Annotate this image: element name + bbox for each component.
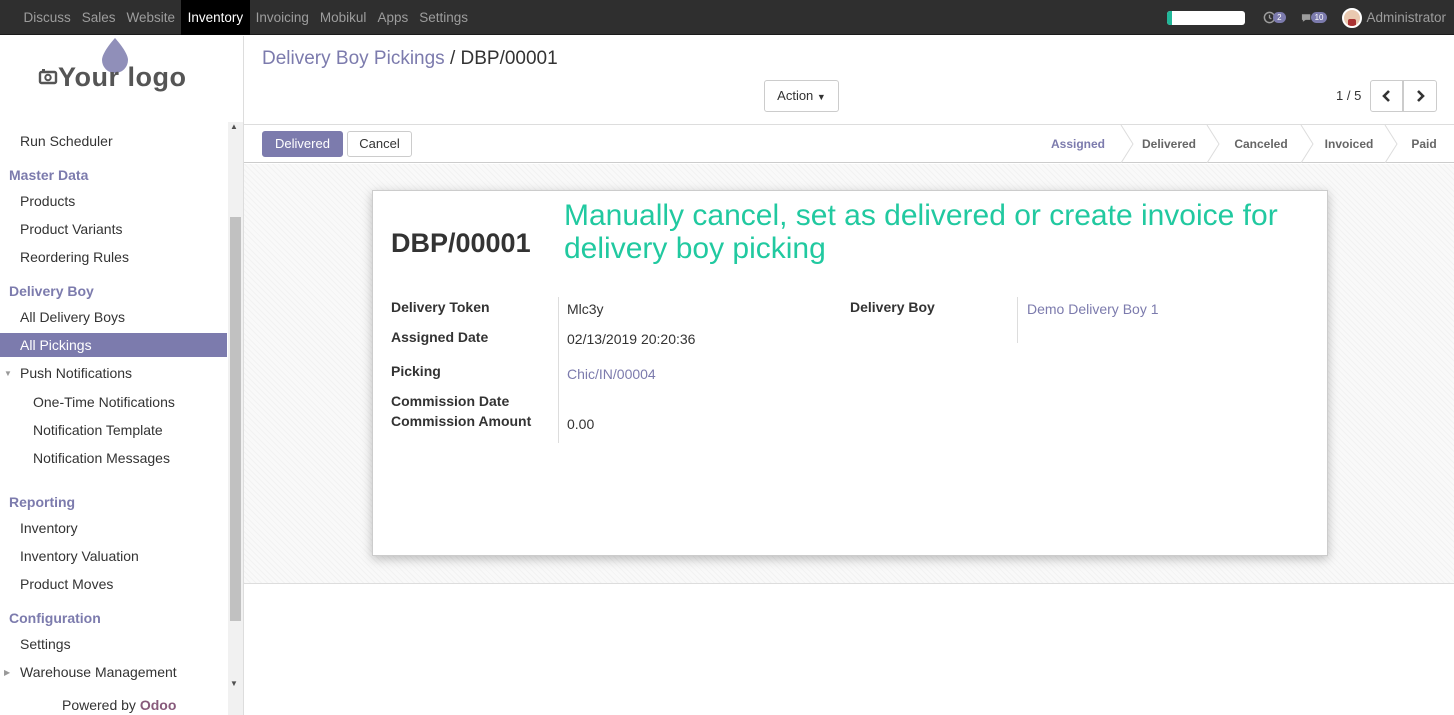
user-name: Administrator	[1366, 10, 1446, 25]
commission-amount-value: 0.00	[567, 416, 595, 432]
sidebar-scrollbar-thumb[interactable]	[230, 217, 241, 621]
progress-fill	[1167, 10, 1172, 25]
activity-count-badge: 2	[1273, 12, 1286, 23]
breadcrumb: Delivery Boy Pickings / DBP/00001	[262, 48, 558, 70]
top-navbar: Discuss Sales Website Inventory Invoicin…	[0, 0, 1454, 35]
breadcrumb-current: DBP/00001	[460, 48, 558, 69]
systray: 2 10 Administrator	[1167, 0, 1454, 35]
menu-apps[interactable]: Apps	[372, 0, 414, 35]
powered-by-text: Powered by	[62, 697, 136, 713]
sidebar-item-push-notifications[interactable]: Push Notifications	[0, 361, 227, 385]
scroll-up-icon[interactable]: ▲	[230, 122, 238, 131]
menu-inventory[interactable]: Inventory	[180, 0, 251, 35]
stage-separator	[1206, 125, 1220, 163]
menu-invoicing[interactable]: Invoicing	[250, 0, 314, 35]
onboarding-progress-bar[interactable]	[1167, 10, 1246, 25]
logo-text: Your logo	[58, 62, 187, 92]
sidebar-menu: . Run Scheduler Master Data Products Pro…	[0, 124, 228, 699]
stage-separator	[1120, 125, 1134, 163]
camera-icon	[38, 69, 58, 85]
stage-delivered[interactable]: Delivered	[1133, 125, 1205, 163]
stage-invoiced[interactable]: Invoiced	[1314, 125, 1384, 163]
sidebar-section-delivery-boy: Delivery Boy	[9, 283, 94, 299]
field-divider	[558, 297, 559, 443]
record-title: DBP/00001	[391, 228, 531, 258]
sidebar-section-configuration: Configuration	[9, 610, 101, 626]
sidebar-item-reordering-rules[interactable]: Reordering Rules	[0, 245, 227, 269]
sidebar-item-all-delivery-boys[interactable]: All Delivery Boys	[0, 305, 227, 329]
action-label: Action	[777, 88, 814, 103]
delivery-boy-label: Delivery Boy	[850, 299, 935, 315]
menu-settings[interactable]: Settings	[414, 0, 474, 35]
assigned-date-label: Assigned Date	[391, 329, 489, 345]
stage-canceled[interactable]: Canceled	[1222, 125, 1300, 163]
chevron-left-icon	[1381, 90, 1390, 102]
app-menu: Discuss Sales Website Inventory Invoicin…	[18, 0, 474, 35]
pager-previous-button[interactable]	[1370, 80, 1403, 112]
message-count-badge: 10	[1310, 12, 1328, 23]
user-menu[interactable]: Administrator	[1342, 7, 1454, 28]
delivery-token-label: Delivery Token	[391, 299, 490, 315]
sidebar-item-products[interactable]: Products	[0, 189, 227, 213]
breadcrumb-separator: /	[449, 48, 456, 69]
picking-link[interactable]: Chic/IN/00004	[567, 366, 656, 382]
cancel-button[interactable]: Cancel	[347, 131, 412, 157]
action-dropdown-button[interactable]: Action ▼	[764, 80, 839, 112]
commission-amount-label: Commission Amount	[391, 413, 532, 429]
sidebar-item-product-moves[interactable]: Product Moves	[0, 572, 227, 596]
menu-discuss[interactable]: Discuss	[18, 0, 76, 35]
avatar	[1342, 7, 1363, 28]
sidebar-item-all-pickings[interactable]: All Pickings	[0, 333, 227, 357]
delivery-boy-link[interactable]: Demo Delivery Boy 1	[1027, 301, 1159, 317]
pager-value[interactable]: 1 / 5	[1336, 88, 1361, 103]
annotation-caption: Manually cancel, set as delivered or cre…	[564, 199, 1278, 265]
delivery-token-value: Mlc3y	[567, 301, 604, 317]
picking-label: Picking	[391, 363, 441, 379]
stage-assigned: Assigned	[1050, 137, 1105, 151]
sidebar-section-reporting: Reporting	[9, 494, 76, 510]
menu-mobikul[interactable]: Mobikul	[314, 0, 372, 35]
commission-date-label: Commission Date	[391, 393, 510, 409]
sidebar-item-warehouse-management[interactable]: Warehouse Management	[0, 660, 227, 684]
stage-separator	[1300, 125, 1314, 163]
delivered-button[interactable]: Delivered	[262, 131, 343, 157]
stage-paid[interactable]: Paid	[1398, 125, 1450, 163]
sidebar-item-notification-template[interactable]: Notification Template	[0, 418, 227, 442]
sidebar: Your logo . Run Scheduler Master Data Pr…	[0, 36, 244, 715]
sidebar-section-master-data: Master Data	[9, 167, 89, 183]
sidebar-item-notification-messages[interactable]: Notification Messages	[0, 446, 227, 470]
sidebar-item-inventory-valuation[interactable]: Inventory Valuation	[0, 544, 227, 568]
sidebar-item-one-time-notifications[interactable]: One-Time Notifications	[0, 390, 227, 414]
assigned-date-value: 02/13/2019 20:20:36	[567, 331, 696, 347]
sidebar-item-settings[interactable]: Settings	[0, 632, 227, 656]
sidebar-item-inventory[interactable]: Inventory	[0, 516, 227, 540]
breadcrumb-parent[interactable]: Delivery Boy Pickings	[262, 48, 445, 69]
messaging-menu[interactable]: 10	[1301, 12, 1328, 24]
field-divider	[1017, 297, 1018, 343]
chevron-right-icon	[1417, 90, 1425, 102]
stage-separator	[1384, 125, 1398, 163]
powered-by-footer: Powered by Odoo	[62, 697, 176, 713]
menu-website[interactable]: Website	[121, 0, 181, 35]
menu-sales[interactable]: Sales	[76, 0, 121, 35]
caret-down-icon: ▼	[816, 92, 826, 102]
company-logo[interactable]: Your logo	[0, 36, 243, 122]
pager-next-button[interactable]	[1403, 80, 1437, 112]
sidebar-item-run-scheduler[interactable]: Run Scheduler	[0, 129, 227, 153]
scroll-down-icon[interactable]: ▼	[230, 679, 238, 688]
odoo-link[interactable]: Odoo	[140, 697, 177, 713]
activity-menu[interactable]: 2	[1263, 11, 1286, 24]
sidebar-item-product-variants[interactable]: Product Variants	[0, 217, 227, 241]
